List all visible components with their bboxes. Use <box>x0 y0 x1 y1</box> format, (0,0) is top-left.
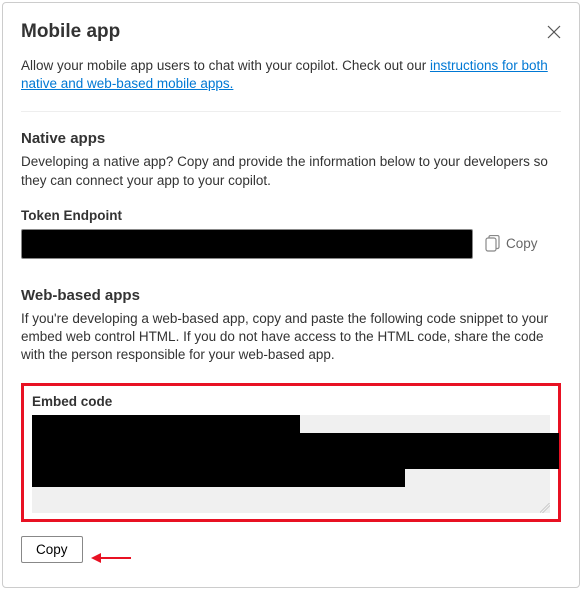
intro-prefix: Allow your mobile app users to chat with… <box>21 58 430 73</box>
embed-code-label: Embed code <box>32 394 550 409</box>
native-heading: Native apps <box>21 130 561 147</box>
arrow-annotation <box>91 551 131 565</box>
copy-token-label: Copy <box>506 236 538 251</box>
mobile-app-panel: Mobile app Allow your mobile app users t… <box>2 2 580 588</box>
copy-icon <box>485 235 500 252</box>
copy-token-button[interactable]: Copy <box>485 235 538 252</box>
panel-title: Mobile app <box>21 21 120 43</box>
native-description: Developing a native app? Copy and provid… <box>21 153 561 189</box>
embed-code-textarea[interactable] <box>32 415 550 513</box>
divider <box>21 111 561 112</box>
web-description: If you're developing a web-based app, co… <box>21 310 561 365</box>
intro-text: Allow your mobile app users to chat with… <box>21 57 561 93</box>
copy-button[interactable]: Copy <box>21 536 83 563</box>
web-heading: Web-based apps <box>21 287 561 304</box>
token-endpoint-label: Token Endpoint <box>21 208 561 223</box>
embed-highlight-box: Embed code <box>21 383 561 522</box>
token-row: Copy <box>21 229 561 259</box>
token-endpoint-input[interactable] <box>21 229 473 259</box>
close-icon[interactable] <box>547 25 561 39</box>
header-row: Mobile app <box>21 21 561 43</box>
